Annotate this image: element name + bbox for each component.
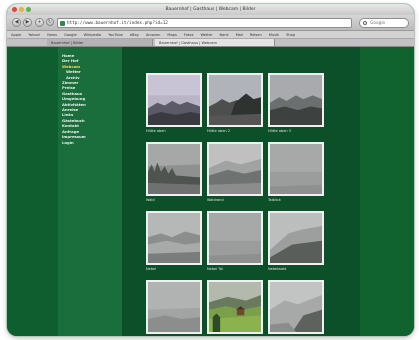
bookmark-item[interactable]: YouTube bbox=[108, 31, 123, 38]
gallery-item[interactable]: Der Hof bbox=[207, 280, 263, 336]
bookmark-item[interactable]: Yahoo! bbox=[28, 31, 40, 38]
thumbnail[interactable] bbox=[268, 142, 324, 196]
bookmark-item[interactable]: Wikipedia bbox=[84, 31, 102, 38]
window-titlebar: Bauernhof | Gasthaus | Webcam | Bilder bbox=[7, 4, 414, 15]
gallery-item[interactable]: Wald bbox=[146, 142, 202, 203]
thumbnail-caption: Hütte oben bbox=[146, 129, 166, 133]
bookmark-item[interactable]: News bbox=[47, 31, 57, 38]
webcam-photo bbox=[209, 75, 261, 125]
url-text: http://www.bauernhof.it/index.php?id=12 bbox=[67, 21, 168, 26]
search-icon bbox=[363, 21, 367, 25]
reload-icon[interactable]: ↻ bbox=[46, 18, 54, 26]
window-controls bbox=[12, 7, 31, 12]
webcam-photo bbox=[209, 144, 261, 194]
bookmark-item[interactable]: Wetter bbox=[200, 31, 212, 38]
browser-window: Bauernhof | Gasthaus | Webcam | Bilder ◀… bbox=[7, 4, 414, 336]
close-icon[interactable] bbox=[12, 7, 17, 12]
bookmark-item[interactable]: Shop bbox=[286, 31, 295, 38]
gallery-item[interactable]: Hütte oben 3 bbox=[268, 73, 324, 134]
gallery-item[interactable]: Nebelwald bbox=[268, 211, 324, 272]
zoom-icon[interactable] bbox=[26, 7, 31, 12]
search-input[interactable]: Google bbox=[359, 18, 409, 28]
thumbnail[interactable] bbox=[146, 280, 202, 334]
add-bookmark-icon[interactable]: + bbox=[35, 18, 44, 27]
thumbnail[interactable] bbox=[207, 73, 263, 127]
thumbnail[interactable] bbox=[146, 73, 202, 127]
tab-bar: Bauernhof | Bilder Bauernhof | Gasthaus |… bbox=[7, 39, 414, 47]
address-bar[interactable]: http://www.bauernhof.it/index.php?id=12 bbox=[57, 18, 352, 28]
gallery-item[interactable]: Nebel bbox=[146, 211, 202, 272]
bookmark-item[interactable]: Amazon bbox=[146, 31, 161, 38]
browser-toolbar: ◀ ▶ + ↻ http://www.bauernhof.it/index.ph… bbox=[7, 15, 414, 31]
webcam-photo bbox=[148, 144, 200, 194]
thumbnail[interactable] bbox=[268, 211, 324, 265]
back-arrow-icon[interactable]: ◀ bbox=[12, 18, 21, 27]
minimize-icon[interactable] bbox=[19, 7, 24, 12]
sidebar-item[interactable]: Login bbox=[62, 140, 122, 145]
thumbnail-caption: Hütte oben 2 bbox=[207, 129, 230, 133]
gallery-item[interactable]: Waldrand bbox=[207, 142, 263, 203]
webcam-photo bbox=[148, 282, 200, 332]
webcam-photo bbox=[209, 213, 261, 263]
thumbnail[interactable] bbox=[146, 211, 202, 265]
webcam-photo bbox=[148, 213, 200, 263]
forward-arrow-icon[interactable]: ▶ bbox=[23, 18, 32, 27]
bookmark-item[interactable]: eBay bbox=[130, 31, 139, 38]
sidebar-nav: Home Der Hof Webcam Wetter Archiv Zimmer Preis… bbox=[58, 47, 122, 336]
gallery-item[interactable]: Hütte oben 2 bbox=[207, 73, 263, 134]
webcam-photo bbox=[270, 144, 322, 194]
thumbnail-caption: Waldrand bbox=[207, 198, 224, 202]
bookmarks-bar: Apple Yahoo! News Google Wikipedia YouTube eBa… bbox=[7, 31, 414, 39]
webcam-photo bbox=[148, 75, 200, 125]
bookmark-item[interactable]: Musik bbox=[269, 31, 279, 38]
bookmark-item[interactable]: Bank bbox=[220, 31, 229, 38]
webcam-photo bbox=[209, 282, 261, 332]
web-page: Home Der Hof Webcam Wetter Archiv Zimmer Preis… bbox=[7, 47, 414, 336]
webcam-photo bbox=[270, 213, 322, 263]
thumbnail[interactable] bbox=[207, 280, 263, 334]
right-margin bbox=[360, 47, 414, 336]
webcam-photo bbox=[270, 282, 322, 332]
thumbnail[interactable] bbox=[207, 211, 263, 265]
bookmark-item[interactable]: Mail bbox=[236, 31, 243, 38]
thumbnail-caption: Nebel Tal bbox=[207, 267, 223, 271]
gallery-item[interactable]: Abend bbox=[146, 280, 202, 336]
thumbnail-caption: Nebel bbox=[146, 267, 157, 271]
bookmark-item[interactable]: Google bbox=[64, 31, 77, 38]
bookmark-item[interactable]: Maps bbox=[167, 31, 176, 38]
thumbnail[interactable] bbox=[268, 280, 324, 334]
thumbnail-caption: Talblick bbox=[268, 198, 281, 202]
bookmark-item[interactable]: Apple bbox=[11, 31, 21, 38]
webcam-photo bbox=[270, 75, 322, 125]
thumbnail[interactable] bbox=[268, 73, 324, 127]
window-title: Bauernhof | Gasthaus | Webcam | Bilder bbox=[165, 7, 256, 12]
gallery-item[interactable]: Nebel Tal bbox=[207, 211, 263, 272]
gallery-item[interactable]: Talblick bbox=[268, 142, 324, 203]
bookmark-item[interactable]: Fotos bbox=[184, 31, 194, 38]
bookmark-item[interactable]: Reisen bbox=[250, 31, 262, 38]
thumbnail-caption: Wald bbox=[146, 198, 155, 202]
thumbnail[interactable] bbox=[146, 142, 202, 196]
tab-2[interactable]: Bauernhof | Gasthaus | Webcam bbox=[155, 39, 275, 46]
search-placeholder: Google bbox=[370, 21, 386, 26]
webcam-gallery: Hütte oben Hütte oben 2 Hütte oben 3 Wald Wa… bbox=[122, 47, 360, 336]
thumbnail-caption: Hütte oben 3 bbox=[268, 129, 291, 133]
gallery-item[interactable]: Hang bbox=[268, 280, 324, 336]
thumbnail[interactable] bbox=[207, 142, 263, 196]
thumbnail-caption: Nebelwald bbox=[268, 267, 287, 271]
left-margin bbox=[7, 47, 58, 336]
favicon-icon bbox=[60, 21, 65, 26]
gallery-item[interactable]: Hütte oben bbox=[146, 73, 202, 134]
tab-1[interactable]: Bauernhof | Bilder bbox=[47, 39, 153, 46]
